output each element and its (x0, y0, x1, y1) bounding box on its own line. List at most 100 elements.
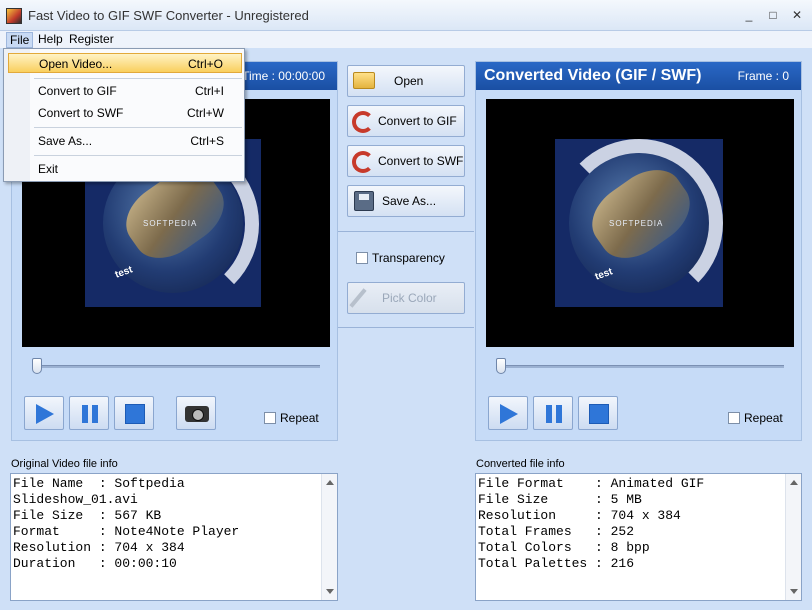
scroll-down-icon[interactable] (790, 589, 798, 594)
title-bar: Fast Video to GIF SWF Converter - Unregi… (0, 0, 812, 31)
converted-info-label: Converted file info (476, 458, 565, 470)
convert-swf-label: Convert to SWF (378, 154, 464, 168)
converted-frame-readout: Frame : 0 (737, 69, 789, 83)
converted-preview-image: SOFTPEDIA test (555, 139, 723, 307)
snapshot-button[interactable] (176, 396, 216, 430)
open-button-label: Open (394, 74, 424, 88)
play-icon (500, 404, 518, 424)
menu-open-video[interactable]: Open Video... Ctrl+O (8, 53, 242, 73)
info-line: Total Palettes : 216 (478, 556, 635, 571)
menu-save-as[interactable]: Save As... Ctrl+S (8, 131, 242, 151)
info-line: Total Frames : 252 (478, 524, 635, 539)
menu-separator (34, 78, 242, 79)
folder-icon (353, 72, 375, 89)
menu-convert-gif[interactable]: Convert to GIF Ctrl+I (8, 81, 242, 101)
maximize-button[interactable]: □ (762, 6, 784, 24)
menu-separator (34, 155, 242, 156)
window-title: Fast Video to GIF SWF Converter - Unregi… (28, 8, 309, 23)
converted-info-textbox[interactable]: File Format : Animated GIF File Size : 5… (475, 473, 802, 601)
info-line: Slideshow_01.avi (13, 492, 138, 507)
converted-seek-thumb[interactable] (496, 358, 506, 374)
save-disk-icon (354, 191, 374, 211)
scroll-down-icon[interactable] (326, 589, 334, 594)
info-line: Resolution : 704 x 384 (13, 540, 185, 555)
pick-color-button[interactable]: Pick Color (347, 282, 465, 314)
converted-stop-button[interactable] (578, 396, 618, 430)
transparency-checkbox[interactable] (356, 252, 368, 264)
info-line: Total Colors : 8 bpp (478, 540, 650, 555)
menu-convert-swf[interactable]: Convert to SWF Ctrl+W (8, 103, 242, 123)
converted-panel-title: Converted Video (GIF / SWF) (484, 67, 702, 84)
pause-icon (82, 405, 98, 423)
stop-icon (589, 404, 609, 424)
menu-item-shortcut: Ctrl+I (194, 84, 224, 98)
menu-file[interactable]: File (6, 32, 34, 48)
menu-bar: File Help Register (0, 31, 812, 48)
minimize-button[interactable]: _ (738, 6, 760, 24)
mid-separator (338, 231, 474, 232)
menu-item-label: Convert to SWF (38, 106, 124, 120)
convert-icon (352, 111, 374, 133)
pick-color-label: Pick Color (382, 291, 437, 305)
save-as-button[interactable]: Save As... (347, 185, 465, 217)
original-seek-thumb[interactable] (32, 358, 42, 374)
converted-panel-header: Converted Video (GIF / SWF) Frame : 0 (476, 62, 801, 90)
convert-swf-button[interactable]: Convert to SWF (347, 145, 465, 177)
converted-video-panel: Converted Video (GIF / SWF) Frame : 0 SO… (475, 61, 802, 441)
preview-watermark: SOFTPEDIA (609, 219, 664, 228)
original-info-scrollbar[interactable] (321, 474, 337, 600)
original-play-button[interactable] (24, 396, 64, 430)
info-line: File Size : 567 KB (13, 508, 162, 523)
info-line: Duration : 00:00:10 (13, 556, 177, 571)
save-as-label: Save As... (382, 194, 437, 208)
original-info-textbox[interactable]: File Name : Softpedia Slideshow_01.avi F… (10, 473, 338, 601)
original-repeat-checkbox[interactable] (264, 412, 276, 424)
menu-item-shortcut: Ctrl+O (187, 57, 223, 71)
menu-item-shortcut: Ctrl+W (187, 106, 224, 120)
original-stop-button[interactable] (114, 396, 154, 430)
preview-watermark: SOFTPEDIA (143, 219, 198, 228)
converted-repeat-label: Repeat (744, 411, 783, 425)
original-pause-button[interactable] (69, 396, 109, 430)
info-line: File Format : Animated GIF (478, 476, 705, 491)
scroll-up-icon[interactable] (790, 480, 798, 485)
converted-play-button[interactable] (488, 396, 528, 430)
stop-icon (125, 404, 145, 424)
menu-help[interactable]: Help (35, 32, 66, 46)
pipette-icon (349, 288, 367, 308)
transparency-label: Transparency (372, 251, 445, 265)
scroll-up-icon[interactable] (326, 480, 334, 485)
menu-item-label: Open Video... (39, 57, 113, 71)
converted-repeat-checkbox[interactable] (728, 412, 740, 424)
original-info-label: Original Video file info (11, 458, 118, 470)
info-line: File Name : Softpedia (13, 476, 185, 491)
menu-item-shortcut: Ctrl+S (190, 134, 224, 148)
menu-item-label: Exit (38, 162, 59, 176)
convert-icon (352, 151, 374, 173)
file-menu-dropdown: Open Video... Ctrl+O Convert to GIF Ctrl… (3, 48, 245, 182)
convert-gif-label: Convert to GIF (378, 114, 457, 128)
converted-seek-track[interactable] (496, 365, 784, 368)
menu-separator (34, 127, 242, 128)
converted-video-screen: SOFTPEDIA test (486, 99, 794, 347)
play-icon (36, 404, 54, 424)
original-repeat-label: Repeat (280, 411, 319, 425)
menu-item-label: Convert to GIF (38, 84, 117, 98)
info-line: File Size : 5 MB (478, 492, 642, 507)
camera-icon (185, 406, 209, 422)
menu-register[interactable]: Register (66, 32, 117, 46)
app-icon (6, 8, 22, 24)
info-line: Format : Note4Note Player (13, 524, 240, 539)
menu-exit[interactable]: Exit (8, 159, 242, 179)
convert-gif-button[interactable]: Convert to GIF (347, 105, 465, 137)
mid-separator-2 (338, 327, 474, 328)
converted-info-scrollbar[interactable] (785, 474, 801, 600)
converted-pause-button[interactable] (533, 396, 573, 430)
info-line: Resolution : 704 x 384 (478, 508, 681, 523)
original-seek-track[interactable] (32, 365, 320, 368)
pause-icon (546, 405, 562, 423)
open-button[interactable]: Open (347, 65, 465, 97)
original-time-readout: Time : 00:00:00 (242, 69, 325, 83)
close-button[interactable]: ✕ (786, 6, 808, 24)
menu-item-label: Save As... (38, 134, 93, 148)
